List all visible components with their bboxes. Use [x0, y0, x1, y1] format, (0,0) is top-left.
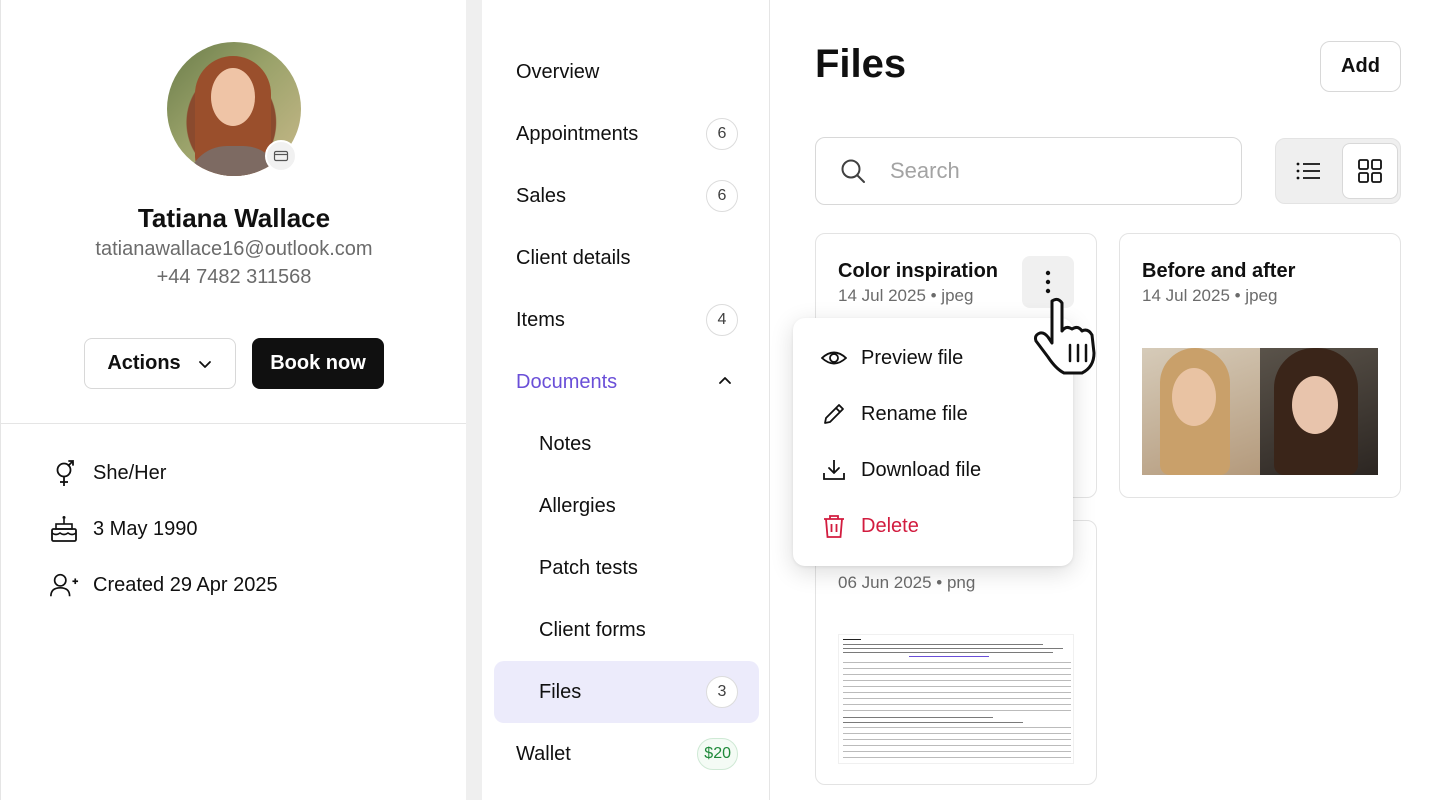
- search-input[interactable]: [890, 158, 1210, 184]
- menu-item-download[interactable]: Download file: [821, 450, 981, 490]
- birthday-text: 3 May 1990: [93, 517, 198, 540]
- wallet-balance-badge: $20: [697, 738, 738, 770]
- file-meta: 14 Jul 2025 • jpeg: [838, 286, 974, 305]
- divider: [1, 423, 467, 424]
- nav-item-files[interactable]: Files 3: [494, 661, 759, 723]
- eye-icon: [821, 351, 847, 365]
- page-title: Files: [815, 42, 907, 86]
- card-icon[interactable]: [265, 140, 297, 172]
- nav-label: Sales: [516, 184, 567, 207]
- created-text: Created 29 Apr 2025: [93, 573, 278, 596]
- nav-label: Client forms: [539, 618, 646, 641]
- list-view-button[interactable]: [1280, 143, 1336, 199]
- client-name: Tatiana Wallace: [137, 203, 331, 233]
- client-phone[interactable]: +44 7482 311568: [1, 266, 467, 289]
- cake-icon: [51, 516, 77, 542]
- client-email[interactable]: tatianawallace16@outlook.com: [1, 238, 467, 261]
- grid-icon: [1358, 159, 1382, 183]
- count-badge: 6: [706, 180, 738, 212]
- file-meta: 14 Jul 2025 • jpeg: [1142, 286, 1278, 305]
- actions-button[interactable]: Actions: [84, 338, 236, 389]
- search-icon: [841, 159, 865, 183]
- file-name: Color inspiration: [838, 260, 998, 282]
- file-meta: 06 Jun 2025 • png: [838, 573, 976, 592]
- file-name: Before and after: [1142, 260, 1296, 282]
- gender-icon: [56, 460, 74, 486]
- nav-label: Notes: [539, 432, 592, 455]
- count-badge: 6: [706, 118, 738, 150]
- created-row: Created 29 Apr 2025: [49, 570, 278, 600]
- hand-cursor-icon: [1034, 297, 1096, 375]
- nav-item-notes[interactable]: Notes: [494, 413, 759, 475]
- client-profile-panel: Tatiana Wallace tatianawallace16@outlook…: [0, 0, 467, 800]
- panel-gap: [466, 0, 482, 800]
- nav-item-client-forms[interactable]: Client forms: [494, 599, 759, 661]
- menu-label: Download file: [861, 458, 982, 481]
- grid-view-button[interactable]: [1342, 143, 1398, 199]
- nav-item-wallet[interactable]: Wallet $20: [494, 723, 759, 785]
- birthday-row: 3 May 1990: [49, 514, 198, 544]
- client-section-nav: Overview Appointments 6 Sales 6 Client d…: [482, 0, 770, 800]
- menu-label: Preview file: [861, 346, 964, 369]
- list-icon: [1296, 162, 1320, 180]
- nav-item-client-details[interactable]: Client details: [494, 227, 759, 289]
- file-card[interactable]: Before and after 14 Jul 2025 • jpeg: [1119, 233, 1401, 498]
- add-file-button[interactable]: Add: [1320, 41, 1401, 92]
- menu-label: Rename file: [861, 402, 968, 425]
- nav-item-items[interactable]: Items 4: [494, 289, 759, 351]
- nav-label: Files: [539, 680, 582, 703]
- nav-item-patch-tests[interactable]: Patch tests: [494, 537, 759, 599]
- count-badge: 3: [706, 676, 738, 708]
- kebab-icon: [1045, 270, 1051, 294]
- nav-item-sales[interactable]: Sales 6: [494, 165, 759, 227]
- nav-label: Patch tests: [539, 556, 638, 579]
- user-add-icon: [50, 573, 79, 597]
- trash-icon: [824, 515, 844, 538]
- file-thumbnail: [838, 634, 1074, 764]
- file-thumbnail: [1142, 348, 1378, 475]
- menu-item-delete[interactable]: Delete: [821, 506, 919, 546]
- pronouns-row: She/Her: [49, 458, 166, 488]
- download-icon: [823, 460, 845, 480]
- pronouns-text: She/Her: [93, 461, 167, 484]
- nav-label: Documents: [516, 370, 618, 393]
- actions-label: Actions: [107, 352, 181, 374]
- book-now-button[interactable]: Book now: [252, 338, 384, 389]
- nav-label: Overview: [516, 60, 600, 83]
- menu-item-rename[interactable]: Rename file: [821, 394, 968, 434]
- count-badge: 4: [706, 304, 738, 336]
- nav-label: Wallet: [516, 742, 571, 765]
- search-box[interactable]: [815, 137, 1242, 205]
- nav-label: Client details: [516, 246, 631, 269]
- nav-label: Appointments: [516, 122, 639, 145]
- chevron-up-icon: [719, 377, 731, 384]
- nav-label: Items: [516, 308, 565, 331]
- nav-item-allergies[interactable]: Allergies: [494, 475, 759, 537]
- menu-label: Delete: [861, 514, 919, 537]
- nav-item-documents[interactable]: Documents: [494, 351, 759, 413]
- nav-label: Allergies: [539, 494, 616, 517]
- nav-item-overview[interactable]: Overview: [494, 41, 759, 103]
- nav-item-appointments[interactable]: Appointments 6: [494, 103, 759, 165]
- pencil-icon: [824, 404, 844, 424]
- chevron-down-icon: [198, 360, 211, 368]
- view-toggle: [1275, 138, 1401, 204]
- menu-item-preview[interactable]: Preview file: [821, 338, 963, 378]
